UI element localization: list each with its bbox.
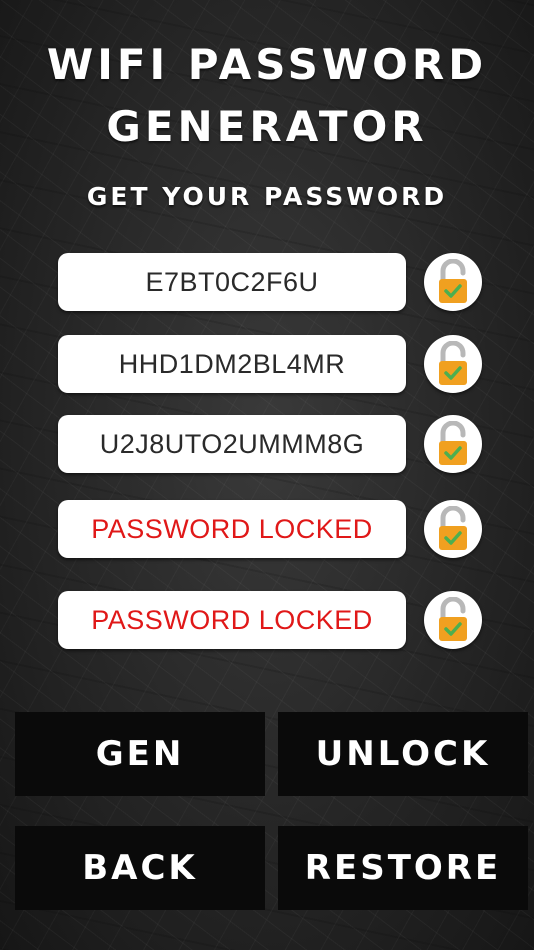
password-row: PASSWORD LOCKED: [58, 500, 482, 558]
password-row: HHD1DM2BL4MR: [58, 335, 482, 393]
back-button[interactable]: BACK: [15, 826, 265, 910]
page-subtitle: GET YOUR PASSWORD: [86, 182, 448, 211]
lock-button[interactable]: [424, 500, 482, 558]
open-padlock-icon: [439, 506, 467, 550]
password-field[interactable]: E7BT0C2F6U: [58, 253, 406, 311]
open-padlock-icon: [439, 597, 467, 641]
lock-button[interactable]: [424, 335, 482, 393]
password-field-locked[interactable]: PASSWORD LOCKED: [58, 500, 406, 558]
password-field[interactable]: HHD1DM2BL4MR: [58, 335, 406, 393]
password-row: U2J8UTO2UMMM8G: [58, 415, 482, 473]
password-row: E7BT0C2F6U: [58, 253, 482, 311]
lock-button[interactable]: [424, 253, 482, 311]
restore-button[interactable]: RESTORE: [278, 826, 528, 910]
password-row: PASSWORD LOCKED: [58, 591, 482, 649]
gen-button[interactable]: GEN: [15, 712, 265, 796]
open-padlock-icon: [439, 341, 467, 385]
unlock-button[interactable]: UNLOCK: [278, 712, 528, 796]
lock-button[interactable]: [424, 591, 482, 649]
open-padlock-icon: [439, 259, 467, 303]
lock-button[interactable]: [424, 415, 482, 473]
page-title-line1: WIFI PASSWORD: [46, 40, 488, 89]
password-field-locked[interactable]: PASSWORD LOCKED: [58, 591, 406, 649]
page-title-line2: GENERATOR: [106, 102, 428, 151]
open-padlock-icon: [439, 421, 467, 465]
password-field[interactable]: U2J8UTO2UMMM8G: [58, 415, 406, 473]
